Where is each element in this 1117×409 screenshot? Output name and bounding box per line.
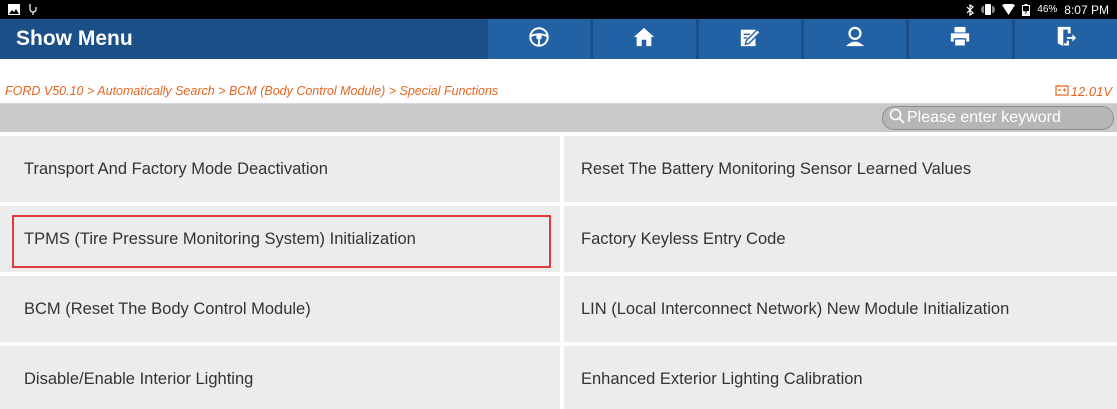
menu-row: Transport And Factory Mode Deactivation …: [0, 136, 1117, 202]
breadcrumb: FORD V50.10 > Automatically Search > BCM…: [0, 79, 1117, 104]
menu-row: TPMS (Tire Pressure Monitoring System) I…: [0, 206, 1117, 272]
car-battery-icon: [1055, 84, 1069, 99]
exit-button[interactable]: [1014, 19, 1117, 59]
special-functions-menu: Transport And Factory Mode Deactivation …: [0, 136, 1117, 409]
printer-icon: [949, 26, 971, 53]
wifi-icon: [1002, 3, 1016, 17]
page-title: Show Menu: [16, 27, 133, 50]
steering-wheel-icon: [528, 26, 550, 53]
menu-item-interior-lighting[interactable]: Disable/Enable Interior Lighting: [0, 346, 560, 409]
edit-icon: [739, 26, 761, 53]
vibrate-icon: [981, 3, 996, 17]
home-button[interactable]: [593, 19, 696, 59]
search-bar: [0, 104, 1117, 132]
breadcrumb-path: FORD V50.10 > Automatically Search > BCM…: [5, 84, 499, 98]
voltage-indicator: 12.01V: [1055, 84, 1112, 99]
menu-item-reset-battery-sensor[interactable]: Reset The Battery Monitoring Sensor Lear…: [564, 136, 1117, 202]
menu-item-factory-keyless-entry-code[interactable]: Factory Keyless Entry Code: [564, 206, 1117, 272]
clock: 8:07 PM: [1064, 2, 1109, 17]
app-header: Show Menu: [0, 19, 1117, 59]
header-toolbar: [488, 19, 1117, 59]
bluetooth-icon: [966, 3, 975, 17]
search-box[interactable]: [882, 106, 1114, 130]
menu-row: Disable/Enable Interior Lighting Enhance…: [0, 346, 1117, 409]
remote-assist-button[interactable]: [803, 19, 907, 59]
edit-report-button[interactable]: [698, 19, 801, 59]
menu-item-lin-new-module-init[interactable]: LIN (Local Interconnect Network) New Mod…: [564, 276, 1117, 342]
search-icon: [889, 108, 907, 129]
menu-item-tpms-initialization[interactable]: TPMS (Tire Pressure Monitoring System) I…: [0, 206, 560, 272]
usb-debug-icon: [28, 3, 38, 17]
menu-item-transport-factory-mode[interactable]: Transport And Factory Mode Deactivation: [0, 136, 560, 202]
home-icon: [633, 26, 655, 53]
exit-icon: [1055, 26, 1077, 53]
battery-icon: [1022, 3, 1031, 17]
gallery-notification-icon: [8, 3, 20, 17]
battery-percent: 46%: [1037, 4, 1058, 15]
search-input[interactable]: [907, 109, 1107, 127]
menu-row: BCM (Reset The Body Control Module) LIN …: [0, 276, 1117, 342]
print-button[interactable]: [909, 19, 1012, 59]
voltage-value: 12.01V: [1070, 83, 1112, 99]
vehicle-button[interactable]: [488, 19, 591, 59]
status-bar: 46% 8:07 PM: [0, 0, 1117, 19]
menu-item-exterior-lighting-calibration[interactable]: Enhanced Exterior Lighting Calibration: [564, 346, 1117, 409]
person-icon: [844, 26, 866, 53]
menu-item-bcm-reset[interactable]: BCM (Reset The Body Control Module): [0, 276, 560, 342]
